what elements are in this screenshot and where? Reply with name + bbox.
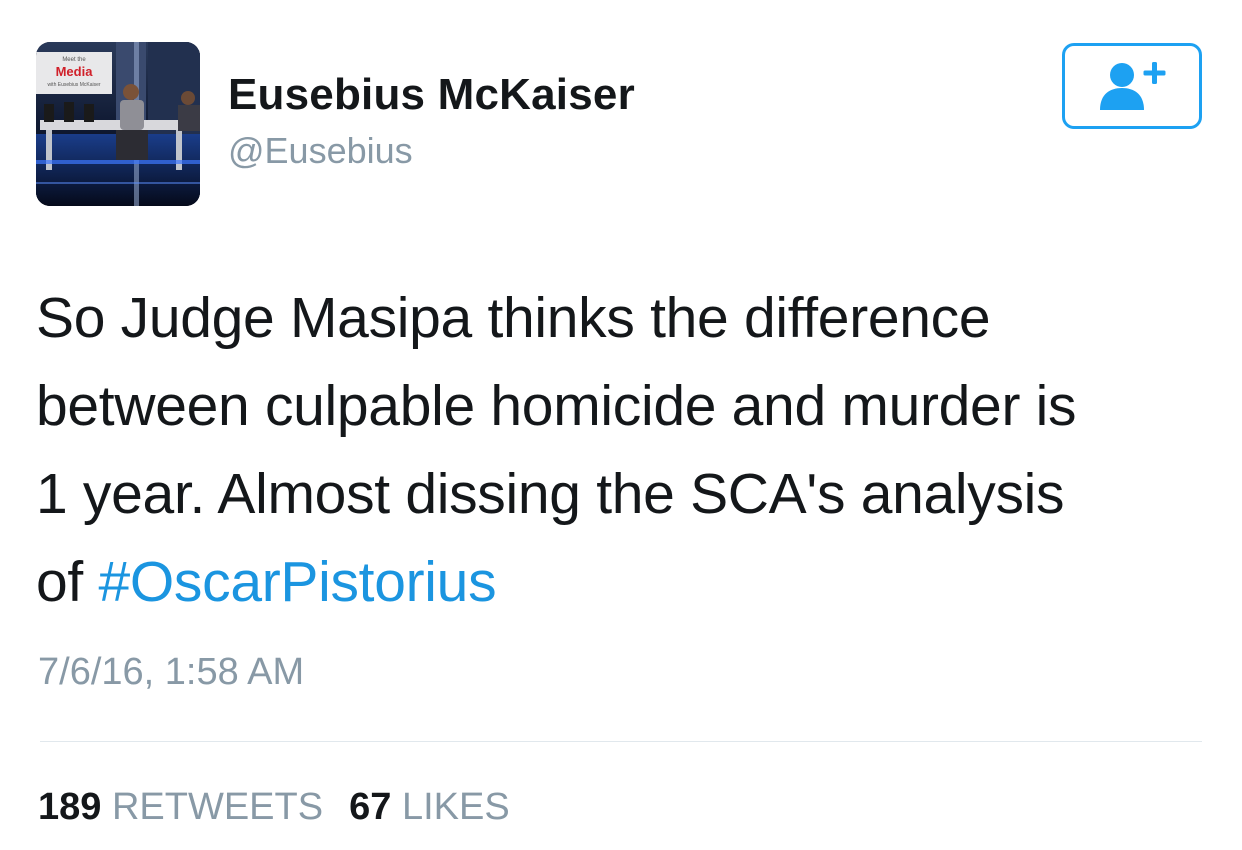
avatar[interactable]: Meet the Media with Eusebius McKaiser bbox=[36, 42, 200, 206]
retweets-count: 189 bbox=[38, 786, 102, 828]
avatar-text: with Eusebius McKaiser bbox=[47, 82, 100, 88]
retweets-stat[interactable]: 189 RETWEETS bbox=[38, 786, 323, 828]
tweet-text: So Judge Masipa thinks the difference be… bbox=[36, 274, 1216, 626]
author-name[interactable]: Eusebius McKaiser bbox=[228, 70, 635, 120]
avatar-text: Meet the bbox=[62, 57, 86, 63]
retweets-label: RETWEETS bbox=[111, 786, 324, 828]
tweet-text-line-last: of #OscarPistorius bbox=[36, 538, 1216, 626]
likes-count: 67 bbox=[349, 786, 392, 828]
avatar-image: Meet the Media with Eusebius McKaiser bbox=[36, 42, 200, 206]
tweet-text-line: 1 year. Almost dissing the SCA's analysi… bbox=[36, 462, 1065, 526]
author-handle[interactable]: @Eusebius bbox=[228, 130, 413, 172]
tweet-text-line: So Judge Masipa thinks the difference bbox=[36, 286, 991, 350]
add-user-icon bbox=[1100, 62, 1166, 110]
tweet-text-line: between culpable homicide and murder is bbox=[36, 374, 1077, 438]
hashtag-link[interactable]: #OscarPistorius bbox=[98, 550, 496, 614]
likes-label: LIKES bbox=[401, 786, 510, 828]
engagement-stats: 189 RETWEETS 67 LIKES bbox=[38, 786, 510, 829]
avatar-text: Media bbox=[56, 64, 94, 79]
tweet-card: Meet the Media with Eusebius McKaiser Eu… bbox=[0, 0, 1242, 850]
likes-stat[interactable]: 67 LIKES bbox=[349, 786, 510, 828]
timestamp[interactable]: 7/6/16, 1:58 AM bbox=[38, 651, 304, 694]
divider bbox=[40, 741, 1202, 742]
tweet-text-fragment: of bbox=[36, 550, 99, 614]
follow-button[interactable] bbox=[1062, 43, 1202, 129]
